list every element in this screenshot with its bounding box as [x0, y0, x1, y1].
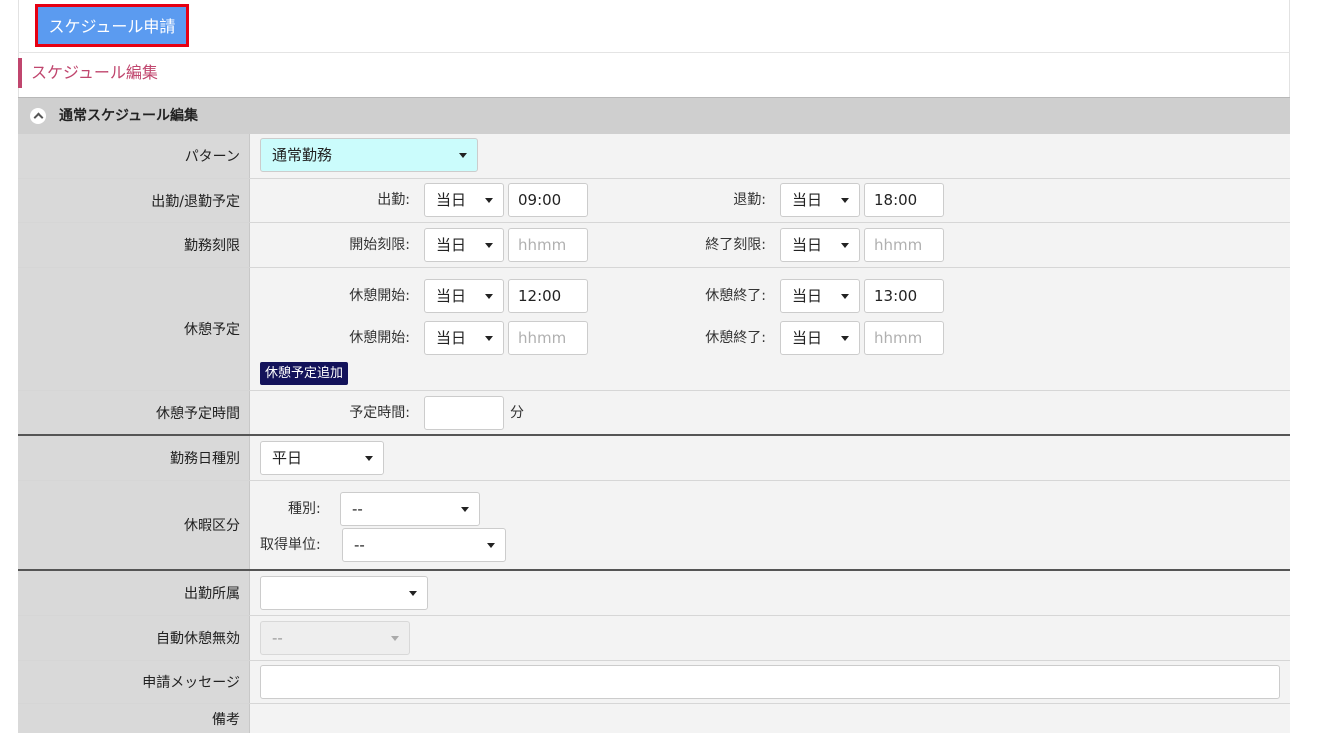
break1-end-input[interactable]: 13:00: [864, 279, 944, 313]
affiliation-select[interactable]: [260, 576, 428, 610]
break1-end-label: 休憩終了:: [705, 288, 766, 304]
row-work-limit: 勤務刻限 開始刻限: 当日 hhmm 終了刻限: 当日 hhmm: [18, 223, 1290, 268]
panel-header[interactable]: 通常スケジュール編集: [18, 97, 1290, 134]
row-label: 休憩予定: [184, 322, 240, 338]
row-attendance: 出勤/退勤予定 出勤: 当日 09:00 退勤: 当日 18:00: [18, 179, 1290, 223]
caret-down-icon: [485, 243, 493, 248]
caret-down-icon: [841, 336, 849, 341]
add-break-button[interactable]: 休憩予定追加: [260, 362, 349, 385]
row-label: 勤務刻限: [184, 238, 240, 254]
caret-down-icon: [409, 591, 417, 596]
leave-unit-label: 取得単位:: [260, 537, 321, 553]
break1-start-day-select[interactable]: 当日: [424, 279, 504, 313]
limit-end-input[interactable]: hhmm: [864, 228, 944, 262]
row-label: 申請メッセージ: [142, 675, 240, 691]
start-day-select[interactable]: 当日: [424, 183, 504, 217]
toolbar: スケジュール申請: [18, 0, 1290, 53]
duration-unit: 分: [510, 405, 524, 421]
schedule-submit-button[interactable]: スケジュール申請: [38, 7, 186, 44]
caret-down-icon: [391, 636, 399, 641]
row-affiliation: 出勤所属: [18, 571, 1290, 616]
caret-down-icon: [485, 198, 493, 203]
break2-end-input[interactable]: hhmm: [864, 321, 944, 355]
auto-break-select: --: [260, 621, 410, 655]
row-message: 申請メッセージ: [18, 661, 1290, 704]
submit-button-highlight: スケジュール申請: [35, 4, 189, 47]
break2-start-label: 休憩開始:: [349, 330, 410, 346]
section-title: スケジュール編集: [18, 58, 158, 88]
caret-down-icon: [841, 243, 849, 248]
workday-type-select[interactable]: 平日: [260, 441, 384, 475]
row-break-plan: 休憩予定 休憩開始: 当日 12:00 休憩終了: 当日 13:00 休憩開始:…: [18, 268, 1290, 391]
chevron-up-icon[interactable]: [30, 108, 46, 124]
leave-type-select[interactable]: --: [340, 492, 480, 526]
break2-start-input[interactable]: hhmm: [508, 321, 588, 355]
start-time-input[interactable]: 09:00: [508, 183, 588, 217]
row-remarks: 備考: [18, 704, 1290, 733]
row-break-duration: 休憩予定時間 予定時間: 分: [18, 391, 1290, 436]
end-day-select[interactable]: 当日: [780, 183, 860, 217]
break1-start-label: 休憩開始:: [349, 288, 410, 304]
caret-down-icon: [365, 456, 373, 461]
row-pattern: パターン 通常勤務: [18, 134, 1290, 179]
row-workday-type: 勤務日種別 平日: [18, 436, 1290, 481]
limit-start-input[interactable]: hhmm: [508, 228, 588, 262]
end-label: 退勤:: [733, 192, 766, 208]
end-time-input[interactable]: 18:00: [864, 183, 944, 217]
duration-input[interactable]: [424, 396, 504, 430]
row-leave: 休暇区分 種別: -- 取得単位: --: [18, 481, 1290, 571]
caret-down-icon: [485, 336, 493, 341]
row-label: 勤務日種別: [170, 451, 240, 467]
row-label: 休憩予定時間: [156, 405, 240, 422]
row-label: 出勤所属: [184, 586, 240, 602]
leave-unit-select[interactable]: --: [342, 528, 506, 562]
row-label: 自動休憩無効: [156, 631, 240, 647]
start-label: 出勤:: [377, 192, 410, 208]
row-label: 出勤/退勤予定: [151, 193, 240, 210]
duration-label: 予定時間:: [349, 405, 410, 421]
caret-down-icon: [841, 198, 849, 203]
leave-type-label: 種別:: [288, 501, 321, 517]
break1-end-day-select[interactable]: 当日: [780, 279, 860, 313]
caret-down-icon: [841, 294, 849, 299]
limit-end-day-select[interactable]: 当日: [780, 228, 860, 262]
limit-end-label: 終了刻限:: [705, 237, 766, 253]
break2-end-day-select[interactable]: 当日: [780, 321, 860, 355]
caret-down-icon: [459, 153, 467, 158]
break2-end-label: 休憩終了:: [705, 330, 766, 346]
row-label: パターン: [184, 149, 240, 165]
caret-down-icon: [461, 507, 469, 512]
caret-down-icon: [487, 543, 495, 548]
row-label: 休暇区分: [184, 518, 240, 534]
limit-start-day-select[interactable]: 当日: [424, 228, 504, 262]
caret-down-icon: [485, 294, 493, 299]
break1-start-input[interactable]: 12:00: [508, 279, 588, 313]
limit-start-label: 開始刻限:: [349, 237, 410, 253]
pattern-select[interactable]: 通常勤務: [260, 138, 478, 172]
row-label: 備考: [212, 711, 240, 728]
message-input[interactable]: [260, 665, 1280, 699]
row-auto-break: 自動休憩無効 --: [18, 616, 1290, 661]
break2-start-day-select[interactable]: 当日: [424, 321, 504, 355]
panel-title: 通常スケジュール編集: [59, 108, 199, 124]
